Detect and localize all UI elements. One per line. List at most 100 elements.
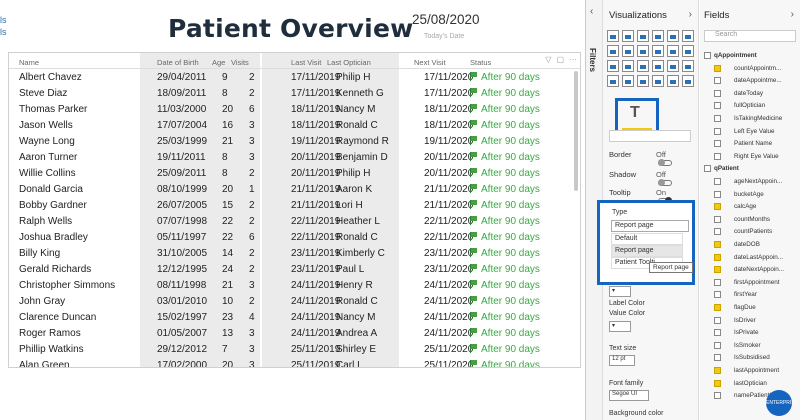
type-dropdown[interactable]: Report page bbox=[611, 220, 689, 232]
border-toggle-row[interactable]: Border Off bbox=[609, 150, 672, 166]
visual-type-icon[interactable] bbox=[667, 75, 679, 87]
table-row[interactable]: Jason Wells 17/07/2004 16 3 18/11/2019 Ronald… bbox=[9, 118, 580, 134]
field-checkbox[interactable] bbox=[704, 52, 711, 59]
field-checkbox[interactable] bbox=[714, 127, 721, 135]
field-item[interactable]: dateNextAppoin... bbox=[700, 264, 800, 276]
field-item[interactable]: lastOptician bbox=[700, 378, 800, 390]
col-header-last-optician[interactable]: Last Optician bbox=[327, 58, 371, 67]
field-checkbox[interactable] bbox=[714, 140, 721, 148]
field-checkbox[interactable] bbox=[714, 278, 721, 286]
visual-type-icon[interactable] bbox=[622, 60, 634, 72]
field-checkbox[interactable] bbox=[714, 89, 721, 97]
chevron-icon[interactable]: › bbox=[689, 9, 692, 20]
field-checkbox[interactable] bbox=[714, 102, 721, 110]
field-item[interactable]: dateDOB bbox=[700, 239, 800, 251]
field-item[interactable]: dateAppointme... bbox=[700, 75, 800, 87]
field-checkbox[interactable] bbox=[714, 203, 721, 211]
field-item[interactable]: flagDue bbox=[700, 302, 800, 314]
field-checkbox[interactable] bbox=[714, 379, 721, 387]
field-item[interactable]: IsPrivate bbox=[700, 327, 800, 339]
field-checkbox[interactable] bbox=[714, 241, 721, 248]
field-item[interactable]: ageNextAppoin... bbox=[700, 176, 800, 188]
table-row[interactable]: Alan Green 17/02/2000 20 3 25/11/2019 Carl L 2… bbox=[9, 358, 580, 367]
table-row[interactable]: John Gray 03/01/2010 10 2 24/11/2019 Ronald C… bbox=[9, 294, 580, 310]
field-item[interactable]: fullOptician bbox=[700, 100, 800, 112]
field-item[interactable]: lastAppointment bbox=[700, 365, 800, 377]
font-family-dropdown[interactable]: Segoe UI bbox=[609, 390, 649, 401]
visual-type-icon[interactable] bbox=[667, 30, 679, 42]
fields-search-input[interactable]: Search bbox=[704, 30, 796, 42]
table-row[interactable]: Thomas Parker 11/03/2000 20 6 18/11/2019 Nanc… bbox=[9, 102, 580, 118]
field-item[interactable]: countAppointm... bbox=[700, 63, 800, 75]
table-row[interactable]: Joshua Bradley 05/11/1997 22 6 22/11/2019 Ron… bbox=[9, 230, 580, 246]
col-header-name[interactable]: Name bbox=[19, 58, 39, 67]
field-checkbox[interactable] bbox=[714, 316, 721, 324]
table-row[interactable]: Wayne Long 25/03/1999 21 3 19/11/2019 Raymond… bbox=[9, 134, 580, 150]
field-checkbox[interactable] bbox=[714, 291, 721, 299]
field-checkbox[interactable] bbox=[714, 329, 721, 337]
field-checkbox[interactable] bbox=[714, 190, 721, 198]
field-checkbox[interactable] bbox=[714, 64, 721, 72]
table-row[interactable]: Gerald Richards 12/12/1995 24 2 23/11/2019 Pa… bbox=[9, 262, 580, 278]
visual-type-icon[interactable] bbox=[652, 45, 664, 57]
table-row[interactable]: Christopher Simmons 08/11/1998 21 3 24/11/20… bbox=[9, 278, 580, 294]
table-row[interactable]: Willie Collins 25/09/2011 8 2 20/11/2019 Phil… bbox=[9, 166, 580, 182]
patient-table-visual[interactable]: ▽ ▢ ··· Name Date of Birth Age Visits La… bbox=[8, 52, 581, 368]
chevron-icon[interactable]: › bbox=[791, 9, 794, 20]
table-row[interactable]: Steve Diaz 18/09/2011 8 2 17/11/2019 Kenneth … bbox=[9, 86, 580, 102]
visual-type-icon[interactable] bbox=[682, 60, 694, 72]
field-checkbox[interactable] bbox=[714, 253, 721, 261]
visual-type-icon[interactable] bbox=[637, 45, 649, 57]
field-checkbox[interactable] bbox=[714, 115, 721, 122]
field-checkbox[interactable] bbox=[714, 215, 721, 223]
field-item[interactable]: dateLastAppoin... bbox=[700, 252, 800, 264]
visual-type-icon[interactable] bbox=[652, 30, 664, 42]
table-row[interactable]: Roger Ramos 01/05/2007 13 3 24/11/2019 Andrea… bbox=[9, 326, 580, 342]
visual-type-icon[interactable] bbox=[682, 75, 694, 87]
col-header-next-visit[interactable]: Next Visit bbox=[414, 58, 446, 67]
field-item[interactable]: dateToday bbox=[700, 88, 800, 100]
visual-type-icon[interactable] bbox=[622, 75, 634, 87]
visual-type-icon[interactable] bbox=[622, 30, 634, 42]
col-header-visits[interactable]: Visits bbox=[231, 58, 249, 67]
field-item[interactable]: calcAge bbox=[700, 201, 800, 213]
field-item[interactable]: Left Eye Value bbox=[700, 126, 800, 138]
dropdown-option[interactable]: Default bbox=[611, 233, 683, 245]
table-row[interactable]: Clarence Duncan 15/02/1997 23 4 24/11/2019 Na… bbox=[9, 310, 580, 326]
field-checkbox[interactable] bbox=[714, 341, 721, 349]
table-row[interactable]: Ralph Wells 07/07/1998 22 2 22/11/2019 Heathe… bbox=[9, 214, 580, 230]
field-checkbox[interactable] bbox=[714, 178, 721, 185]
visual-type-icon[interactable] bbox=[652, 75, 664, 87]
field-checkbox[interactable] bbox=[714, 77, 721, 85]
shadow-toggle-row[interactable]: Shadow Off bbox=[609, 170, 672, 186]
field-checkbox[interactable] bbox=[714, 367, 721, 374]
table-row[interactable]: Phillip Watkins 29/12/2012 7 3 25/11/2019 Shi… bbox=[9, 342, 580, 358]
field-item[interactable]: Right Eye Value bbox=[700, 151, 800, 163]
format-paint-icon[interactable]: T bbox=[630, 104, 640, 122]
visual-type-icon[interactable] bbox=[637, 30, 649, 42]
field-item[interactable]: IsSubsidised bbox=[700, 352, 800, 364]
toggle-switch[interactable] bbox=[658, 159, 672, 166]
visual-type-icon[interactable] bbox=[622, 45, 634, 57]
filters-label[interactable]: Filters bbox=[588, 48, 597, 72]
chevron-icon[interactable]: ‹ bbox=[590, 6, 593, 17]
visual-type-icon[interactable] bbox=[667, 45, 679, 57]
dropdown-option[interactable]: Report page bbox=[611, 245, 683, 257]
visual-type-icon[interactable] bbox=[667, 60, 679, 72]
field-table[interactable]: qAppointment bbox=[700, 50, 800, 62]
table-row[interactable]: Billy King 31/10/2005 14 2 23/11/2019 Kimberl… bbox=[9, 246, 580, 262]
field-checkbox[interactable] bbox=[704, 165, 711, 173]
field-item[interactable]: countMonths bbox=[700, 214, 800, 226]
tooltip-toggle-row[interactable]: Tooltip On bbox=[609, 188, 672, 204]
field-checkbox[interactable] bbox=[714, 152, 721, 160]
visual-type-icon[interactable] bbox=[652, 60, 664, 72]
field-item[interactable]: IsTakingMedicine bbox=[700, 113, 800, 125]
format-search-input[interactable] bbox=[609, 130, 691, 142]
field-checkbox[interactable] bbox=[714, 266, 721, 274]
label-color-picker[interactable]: ▾ bbox=[609, 286, 631, 297]
field-checkbox[interactable] bbox=[714, 354, 721, 362]
col-header-age[interactable]: Age bbox=[212, 58, 225, 67]
text-size-input[interactable]: 12 pt bbox=[609, 355, 635, 366]
visual-type-icon[interactable] bbox=[682, 45, 694, 57]
field-checkbox[interactable] bbox=[714, 228, 721, 236]
